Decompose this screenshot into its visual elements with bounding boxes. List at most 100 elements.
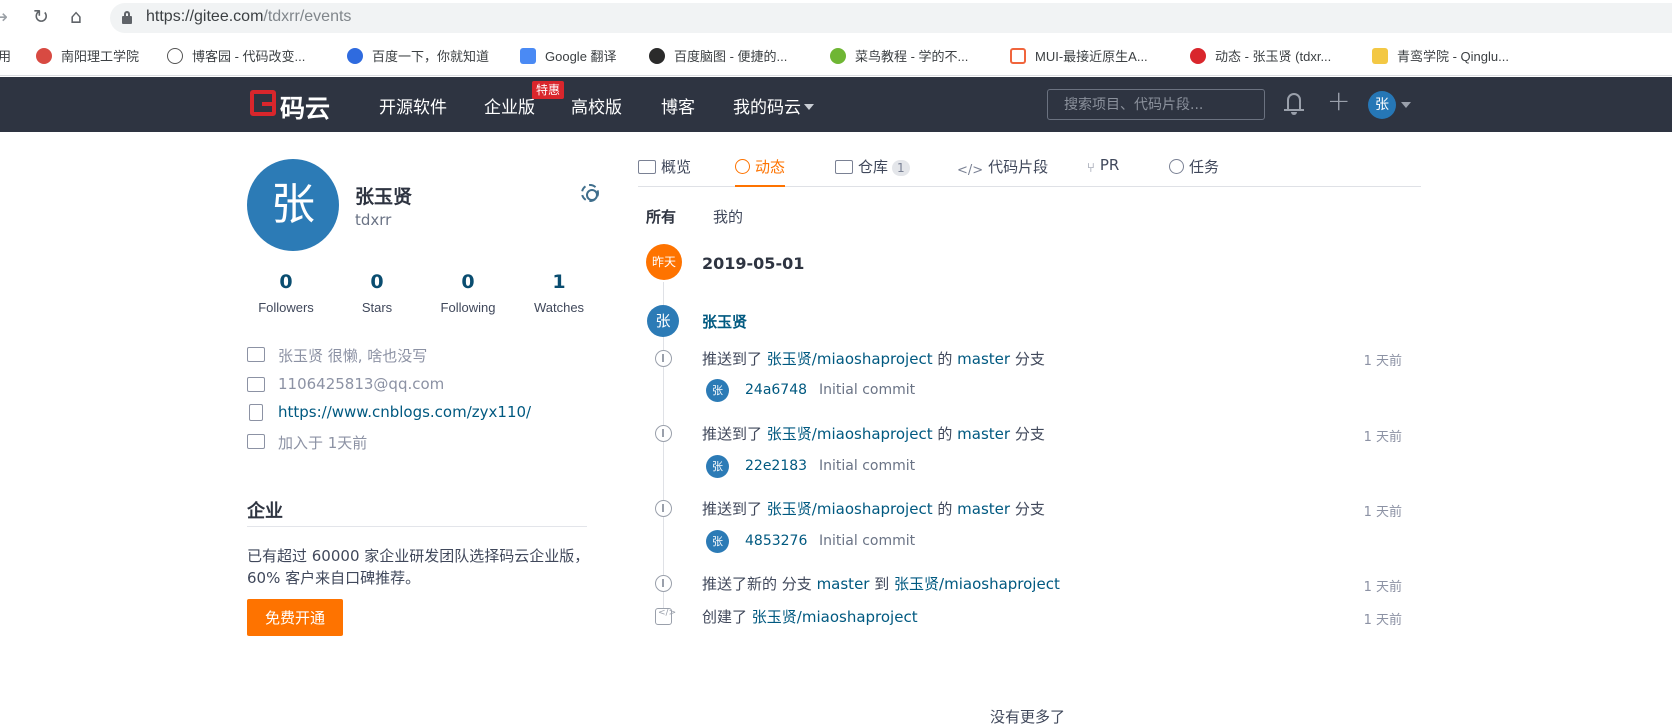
- repo-link[interactable]: 张玉贤/miaoshaproject: [752, 608, 918, 626]
- baidu-paw-icon: [347, 48, 363, 64]
- settings-gear-icon[interactable]: [581, 184, 599, 202]
- user-menu-chevron-icon[interactable]: [1401, 102, 1411, 108]
- branch-link[interactable]: master: [957, 425, 1010, 443]
- site-search: [1047, 89, 1265, 120]
- repo-link[interactable]: 张玉贤/miaoshaproject: [767, 350, 933, 368]
- mail-icon: [247, 377, 265, 392]
- tab-pr[interactable]: ⑂ PR: [1087, 156, 1119, 187]
- tab-snippets[interactable]: </> 代码片段: [957, 156, 1048, 187]
- repo-icon: [835, 160, 853, 174]
- event-text: 的: [937, 350, 953, 368]
- subtab-all[interactable]: 所有: [646, 206, 676, 227]
- bookmark-apps[interactable]: 用: [0, 46, 11, 66]
- commit-message: Initial commit: [819, 382, 916, 398]
- tab-label: 仓库: [858, 158, 889, 176]
- event-text: 到: [874, 575, 890, 593]
- subtab-mine[interactable]: 我的: [713, 206, 743, 227]
- create-plus-icon[interactable]: +: [1327, 87, 1350, 115]
- website-link[interactable]: https://www.cnblogs.com/zyx110/: [278, 403, 531, 421]
- promo-badge: 特惠: [532, 81, 565, 99]
- notification-bell-icon[interactable]: [1284, 91, 1306, 117]
- nav-open-source[interactable]: 开源软件: [379, 93, 447, 118]
- event-text: 创建了: [702, 608, 748, 626]
- commit-author-avatar[interactable]: 张: [706, 379, 729, 402]
- bookmark-qingluan[interactable]: 青鸾学院 - Qinglu...: [1372, 46, 1509, 66]
- branch-link[interactable]: master: [957, 500, 1010, 518]
- bookmark-label: 青鸾学院 - Qinglu...: [1397, 49, 1509, 64]
- bookmark-mui[interactable]: MUI-最接近原生A...: [1010, 46, 1148, 66]
- repo-link[interactable]: 张玉贤/miaoshaproject: [767, 425, 933, 443]
- tab-activity[interactable]: 动态: [735, 156, 786, 187]
- nav-my-gitee-label: 我的码云: [733, 98, 801, 118]
- home-icon[interactable]: ⌂: [70, 6, 82, 28]
- event-text: 推送到了: [702, 500, 763, 518]
- forward-arrow-icon[interactable]: →: [0, 6, 8, 28]
- enterprise-open-button[interactable]: 免费开通: [247, 599, 343, 636]
- cnblogs-favicon-icon: [167, 48, 183, 64]
- issue-icon: [1169, 159, 1184, 174]
- logo-text: 码云: [280, 94, 331, 123]
- bookmark-google-translate[interactable]: Google 翻译: [520, 46, 617, 66]
- code-create-icon: </>: [655, 608, 676, 625]
- bookmark-baidu[interactable]: 百度一下，你就知道: [347, 46, 489, 66]
- commit-author-avatar[interactable]: 张: [706, 455, 729, 478]
- reload-icon[interactable]: ↻: [33, 6, 49, 28]
- nav-blog[interactable]: 博客: [661, 93, 695, 118]
- tab-label: 代码片段: [988, 158, 1049, 176]
- enterprise-desc: 已有超过 60000 家企业研发团队选择码云企业版，60% 客户来自口碑推荐。: [247, 547, 590, 587]
- email-text: 1106425813@qq.com: [278, 375, 445, 393]
- bookmark-label: 动态 - 张玉贤 (tdxr...: [1215, 49, 1332, 64]
- branch-link[interactable]: master: [817, 575, 870, 593]
- event-text: 分支: [1014, 500, 1045, 518]
- commit-hash-link[interactable]: 4853276: [745, 533, 807, 549]
- bookmark-label: MUI-最接近原生A...: [1035, 49, 1148, 64]
- stat-value: 1: [552, 271, 566, 293]
- stat-label: Watches: [533, 300, 585, 315]
- commit-hash-link[interactable]: 22e2183: [745, 458, 807, 474]
- profile-avatar[interactable]: 张: [247, 159, 339, 251]
- code-icon: </>: [957, 163, 984, 178]
- stat-value: 0: [461, 271, 475, 293]
- bookmark-runoob[interactable]: 菜鸟教程 - 学的不...: [830, 46, 968, 66]
- stat-watches[interactable]: 1 Watches: [514, 270, 604, 315]
- event-time: 1 天前: [1363, 580, 1402, 595]
- url-host: https://gitee.com: [146, 8, 264, 25]
- gitee-g-icon: [250, 90, 276, 116]
- event-user-avatar[interactable]: 张: [647, 305, 679, 337]
- browser-address-bar: → ↻ ⌂ https://gitee.com/tdxrr/events: [0, 0, 1672, 36]
- commit-hash-link[interactable]: 24a6748: [745, 382, 807, 398]
- tab-label: 动态: [755, 158, 786, 176]
- bookmark-nyist[interactable]: 南阳理工学院: [36, 46, 139, 66]
- profile-tabs: 概览 动态 仓库 1 </> 代码片段 ⑂ PR 任务: [638, 150, 1421, 187]
- user-menu-avatar[interactable]: 张: [1368, 91, 1396, 119]
- url-field[interactable]: https://gitee.com/tdxrr/events: [110, 3, 1672, 33]
- bookmark-label: 博客园 - 代码改变...: [192, 49, 306, 64]
- stat-followers[interactable]: 0 Followers: [241, 270, 331, 315]
- qingluan-icon: [1372, 48, 1388, 64]
- event-text: 分支: [1014, 350, 1045, 368]
- commit-author-avatar[interactable]: 张: [706, 530, 729, 553]
- tab-overview[interactable]: 概览: [638, 156, 691, 187]
- tab-issues[interactable]: 任务: [1169, 156, 1219, 187]
- bookmark-gitee-events[interactable]: 动态 - 张玉贤 (tdxr...: [1190, 46, 1331, 66]
- branch-link[interactable]: master: [957, 350, 1010, 368]
- nav-enterprise[interactable]: 企业版: [484, 93, 535, 118]
- push-icon: [655, 500, 672, 517]
- stat-stars[interactable]: 0 Stars: [332, 270, 422, 315]
- tab-repos[interactable]: 仓库 1: [835, 156, 910, 187]
- bookmark-cnblogs[interactable]: 博客园 - 代码改变...: [167, 46, 305, 66]
- bookmark-label: 百度脑图 - 便捷的...: [674, 49, 788, 64]
- bookmarks-bar: 用 南阳理工学院 博客园 - 代码改变... 百度一下，你就知道 Google …: [0, 36, 1672, 76]
- tab-label: 概览: [661, 158, 692, 176]
- repo-link[interactable]: 张玉贤/miaoshaproject: [767, 500, 933, 518]
- stat-following[interactable]: 0 Following: [423, 270, 513, 315]
- tab-label: 任务: [1189, 158, 1220, 176]
- nav-education[interactable]: 高校版: [571, 93, 622, 118]
- search-input[interactable]: [1048, 90, 1264, 119]
- bookmark-naotu[interactable]: 百度脑图 - 便捷的...: [649, 46, 787, 66]
- repo-link[interactable]: 张玉贤/miaoshaproject: [894, 575, 1060, 593]
- nav-my-gitee[interactable]: 我的码云: [733, 93, 814, 118]
- event-user-name[interactable]: 张玉贤: [702, 311, 747, 332]
- gitee-favicon-icon: [1190, 48, 1206, 64]
- push-icon: [655, 425, 672, 442]
